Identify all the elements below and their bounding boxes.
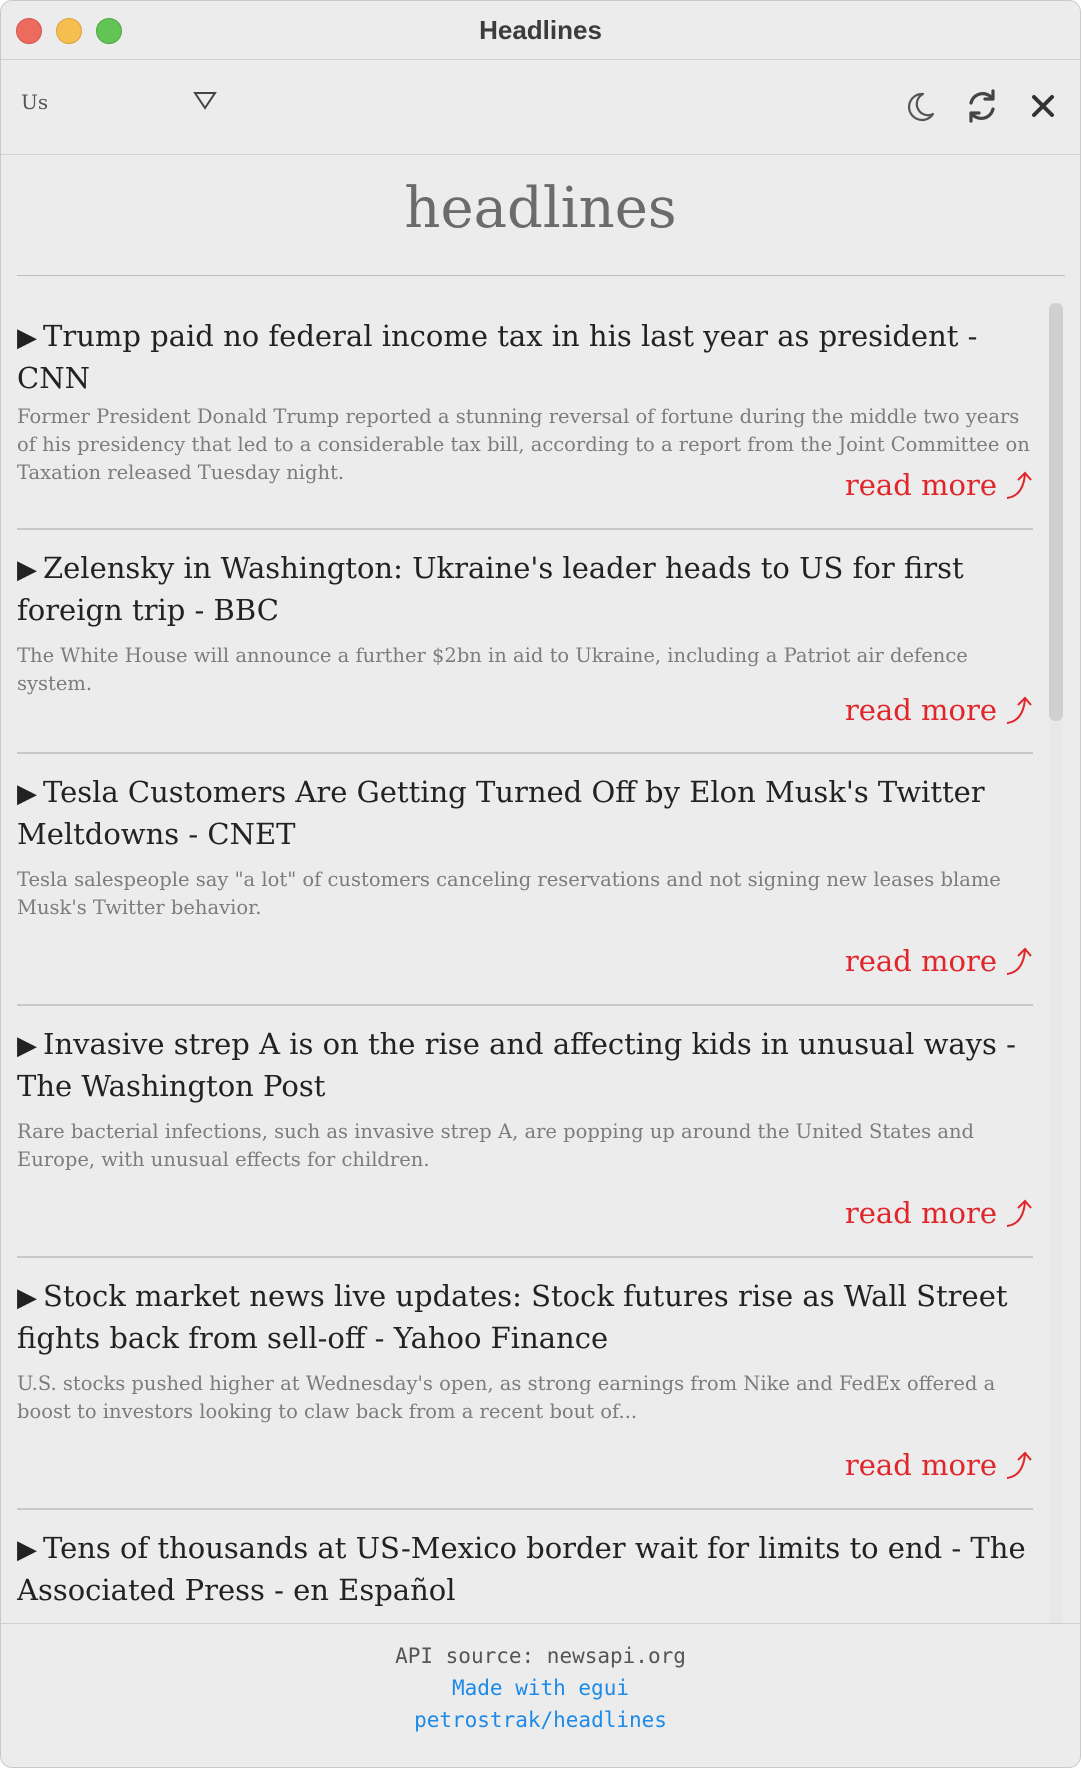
article-title[interactable]: ▶ Stock market news live updates: Stock f… bbox=[17, 1258, 1033, 1358]
expand-triangle-icon[interactable]: ▶ bbox=[17, 1535, 37, 1565]
refresh-icon[interactable] bbox=[962, 86, 1002, 126]
scrollbar-thumb[interactable] bbox=[1049, 303, 1063, 721]
arrow-up-right-icon bbox=[1006, 1451, 1032, 1479]
expand-triangle-icon[interactable]: ▶ bbox=[17, 555, 37, 585]
article-title-text: Tesla Customers Are Getting Turned Off b… bbox=[17, 775, 985, 851]
article-title[interactable]: ▶ Invasive strep A is on the rise and aff… bbox=[17, 1006, 1033, 1106]
footer: API source: newsapi.org Made with egui p… bbox=[1, 1623, 1080, 1767]
article-title[interactable]: ▶ Zelensky in Washington: Ukraine's leade… bbox=[17, 530, 1033, 630]
read-more-link[interactable]: read more bbox=[845, 944, 1033, 978]
expand-triangle-icon[interactable]: ▶ bbox=[17, 1031, 37, 1061]
expand-triangle-icon[interactable]: ▶ bbox=[17, 323, 37, 353]
read-more-link[interactable]: read more bbox=[845, 1448, 1033, 1482]
title-bar: Headlines bbox=[1, 1, 1080, 60]
article-item: ▶ Tesla Customers Are Getting Turned Off … bbox=[17, 754, 1033, 1006]
article-item: ▶ Trump paid no federal income tax in his… bbox=[17, 276, 1033, 530]
article-description: Rare bacterial infections, such as invas… bbox=[17, 1120, 975, 1171]
expand-triangle-icon[interactable]: ▶ bbox=[17, 779, 37, 809]
read-more-label: read more bbox=[844, 1448, 997, 1482]
read-more-label: read more bbox=[844, 1196, 997, 1230]
moon-icon[interactable] bbox=[901, 86, 941, 126]
arrow-up-right-icon bbox=[1006, 471, 1032, 499]
article-title[interactable]: ▶ Tesla Customers Are Getting Turned Off … bbox=[17, 754, 1033, 854]
page-title: headlines bbox=[404, 176, 677, 241]
article-title-text: Zelensky in Washington: Ukraine's leader… bbox=[17, 551, 964, 627]
arrow-up-right-icon bbox=[1006, 947, 1032, 975]
article-description: Tesla salespeople say "a lot" of custome… bbox=[17, 868, 1001, 919]
country-select[interactable]: Us bbox=[21, 90, 48, 114]
article-item: ▶ Stock market news live updates: Stock f… bbox=[17, 1258, 1033, 1510]
chevron-down-icon[interactable] bbox=[193, 91, 217, 115]
article-description: The White House will announce a further … bbox=[17, 644, 968, 695]
app-window: Headlines Us headlines ▶ Trump paid no f… bbox=[0, 0, 1081, 1768]
article-title-text: Invasive strep A is on the rise and affe… bbox=[17, 1027, 1016, 1103]
article-title-text: Tens of thousands at US-Mexico border wa… bbox=[17, 1531, 1026, 1607]
expand-triangle-icon[interactable]: ▶ bbox=[17, 1283, 37, 1313]
article-item: ▶ Invasive strep A is on the rise and aff… bbox=[17, 1006, 1033, 1258]
read-more-link[interactable]: read more bbox=[845, 468, 1033, 502]
arrow-up-right-icon bbox=[1006, 696, 1032, 724]
close-icon[interactable] bbox=[1023, 86, 1063, 126]
read-more-label: read more bbox=[844, 468, 997, 502]
toolbar: Us bbox=[1, 60, 1080, 155]
article-list[interactable]: ▶ Trump paid no federal income tax in his… bbox=[17, 276, 1033, 1623]
article-title[interactable]: ▶ Tens of thousands at US-Mexico border w… bbox=[17, 1510, 1033, 1610]
arrow-up-right-icon bbox=[1006, 1199, 1032, 1227]
made-with-egui-link[interactable]: Made with egui bbox=[1, 1672, 1080, 1704]
article-description: U.S. stocks pushed higher at Wednesday's… bbox=[17, 1372, 996, 1423]
repo-link[interactable]: petrostrak/headlines bbox=[1, 1704, 1080, 1736]
article-title-text: Trump paid no federal income tax in his … bbox=[17, 319, 978, 395]
read-more-label: read more bbox=[844, 693, 997, 727]
article-item: ▶ Tens of thousands at US-Mexico border w… bbox=[17, 1510, 1033, 1610]
read-more-label: read more bbox=[844, 944, 997, 978]
read-more-link[interactable]: read more bbox=[845, 1196, 1033, 1230]
article-title[interactable]: ▶ Trump paid no federal income tax in his… bbox=[17, 276, 1033, 398]
read-more-link[interactable]: read more bbox=[845, 693, 1033, 727]
api-source-text: API source: newsapi.org bbox=[395, 1644, 686, 1668]
window-title: Headlines bbox=[479, 15, 602, 45]
article-item: ▶ Zelensky in Washington: Ukraine's leade… bbox=[17, 530, 1033, 754]
article-title-text: Stock market news live updates: Stock fu… bbox=[17, 1279, 1008, 1355]
